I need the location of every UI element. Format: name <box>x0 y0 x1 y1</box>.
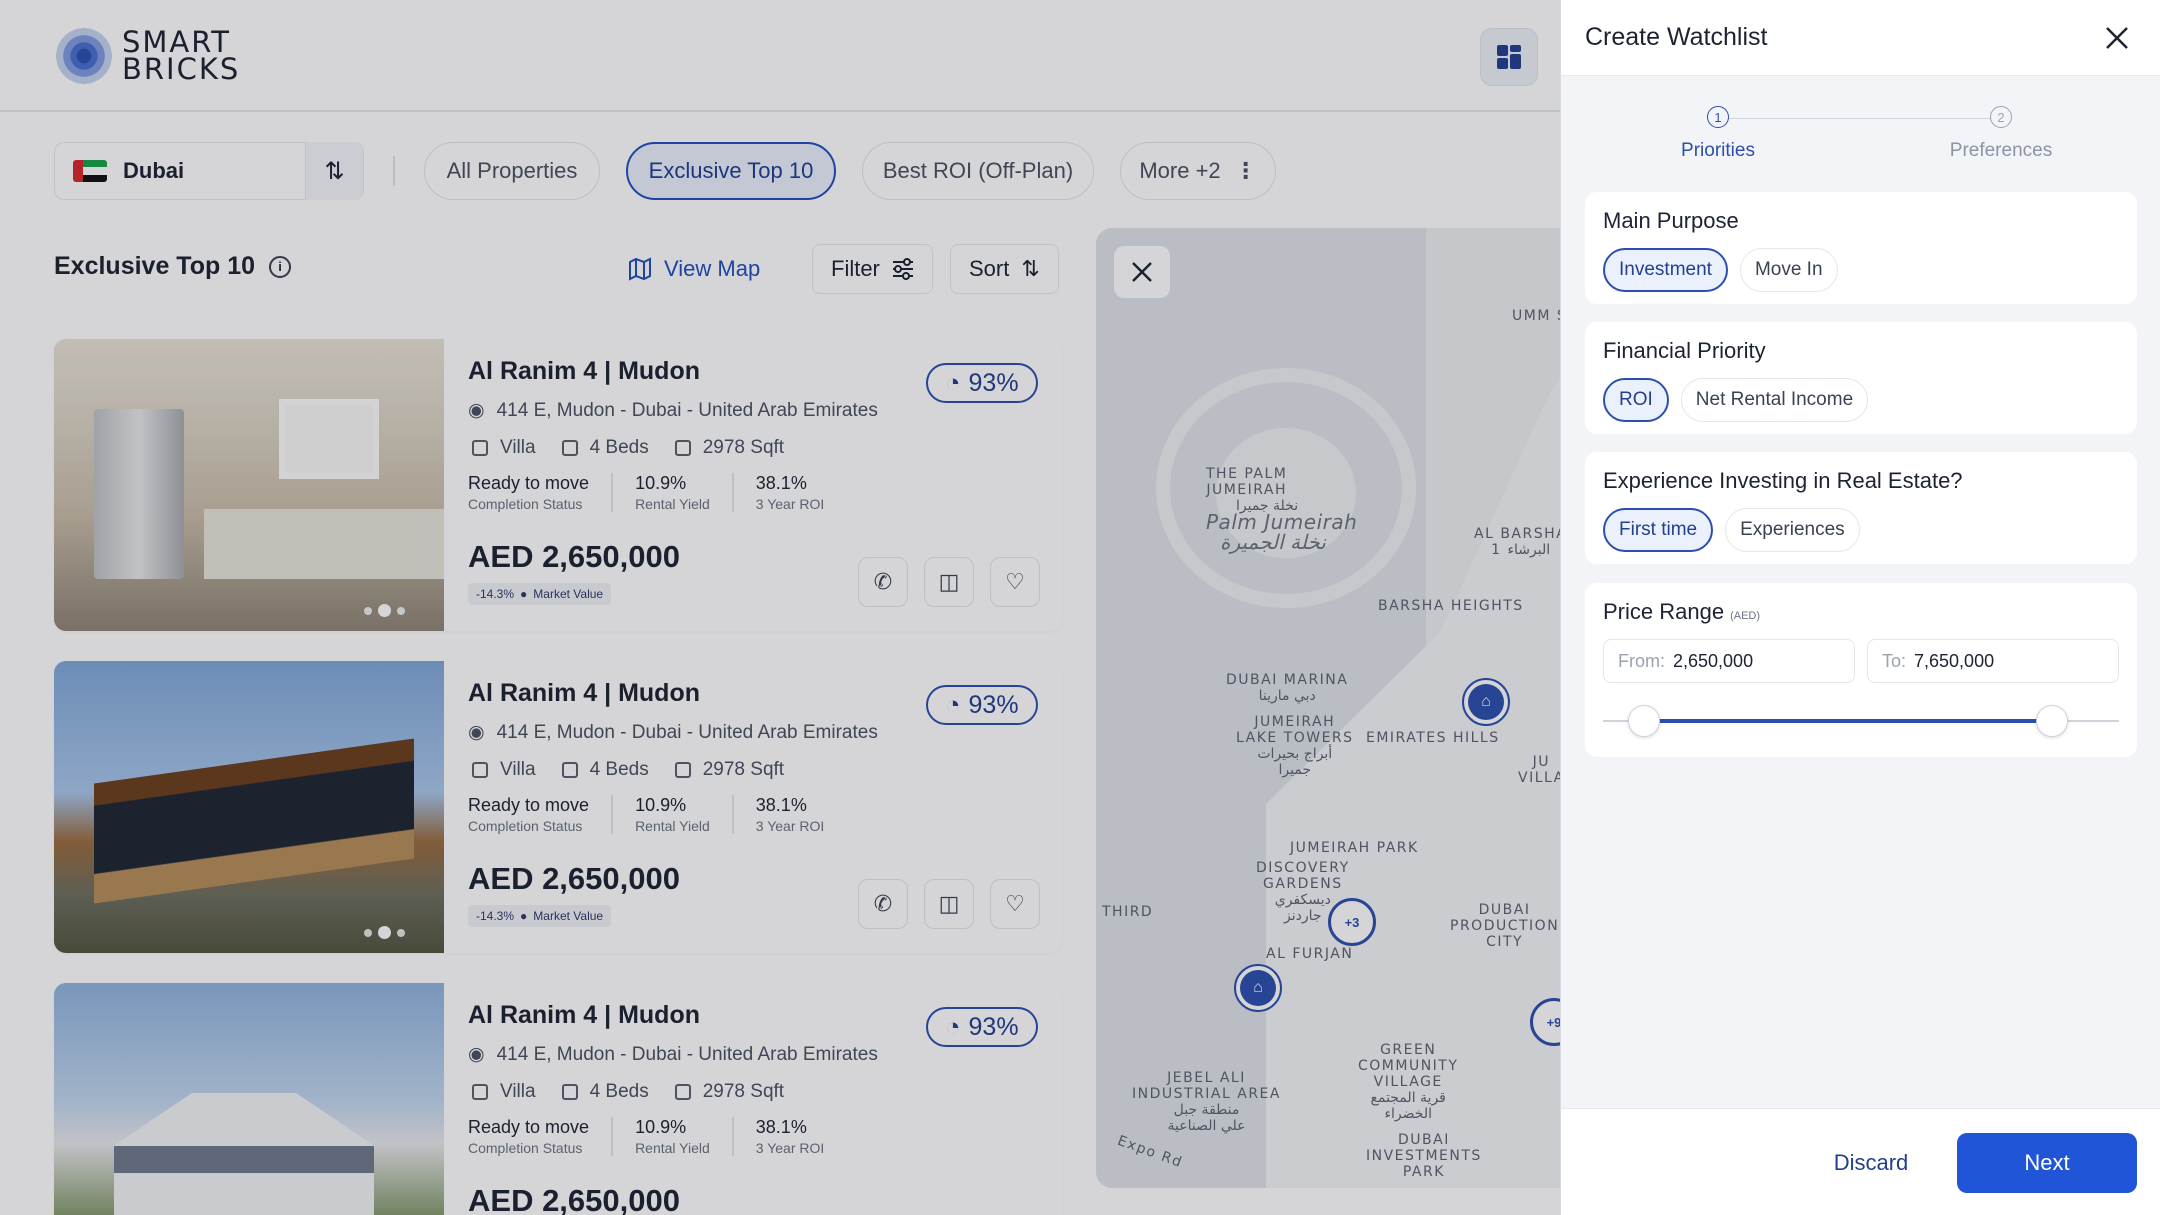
option-move-in[interactable]: Move In <box>1739 248 1838 292</box>
discard-button[interactable]: Discard <box>1761 1133 1981 1193</box>
price-from-label: From: <box>1618 650 1665 671</box>
option-roi[interactable]: ROI <box>1603 378 1669 422</box>
price-from-field[interactable]: From: 2,650,000 <box>1603 639 1855 683</box>
close-icon <box>2106 27 2128 49</box>
option-net-rental-income[interactable]: Net Rental Income <box>1680 378 1869 422</box>
price-range-section: Price Range (AED) From: 2,650,000 To: 7,6… <box>1585 583 2137 757</box>
stepper: 1 Priorities 2 Preferences <box>1561 100 2160 170</box>
price-inputs: From: 2,650,000 To: 7,650,000 <box>1603 639 2119 683</box>
option-group: ROI Net Rental Income <box>1603 378 2119 422</box>
option-experiences[interactable]: Experiences <box>1725 508 1860 552</box>
slider-fill <box>1644 719 2052 723</box>
panel-title: Create Watchlist <box>1585 23 1768 51</box>
next-button[interactable]: Next <box>1957 1133 2137 1193</box>
option-group: Investment Move In <box>1603 248 2119 292</box>
step-label: Priorities <box>1681 140 1755 161</box>
step-priorities[interactable]: 1 Priorities <box>1618 106 1818 162</box>
option-group: First time Experiences <box>1603 508 2119 552</box>
step-number: 2 <box>1990 106 2012 128</box>
modal-backdrop[interactable] <box>0 0 1560 1215</box>
step-preferences[interactable]: 2 Preferences <box>1901 106 2101 162</box>
price-unit: (AED) <box>1730 610 1761 622</box>
close-panel-button[interactable] <box>2101 22 2133 54</box>
section-title: Price Range (AED) <box>1603 599 2119 625</box>
panel-header: Create Watchlist <box>1561 0 2160 76</box>
experience-section: Experience Investing in Real Estate? Fir… <box>1585 452 2137 564</box>
price-range-title: Price Range <box>1603 599 1725 624</box>
price-from-value: 2,650,000 <box>1673 650 1754 671</box>
price-range-slider[interactable] <box>1603 701 2119 741</box>
step-label: Preferences <box>1949 140 2053 161</box>
section-title: Main Purpose <box>1603 208 1739 233</box>
panel-footer: Discard Next <box>1561 1108 2160 1215</box>
step-number: 1 <box>1707 106 1729 128</box>
option-first-time[interactable]: First time <box>1603 508 1714 552</box>
slider-thumb-from[interactable] <box>1628 705 1661 737</box>
price-to-label: To: <box>1882 650 1907 671</box>
section-title: Financial Priority <box>1603 338 1766 363</box>
price-to-field[interactable]: To: 7,650,000 <box>1867 639 2119 683</box>
option-investment[interactable]: Investment <box>1603 248 1728 292</box>
main-purpose-section: Main Purpose Investment Move In <box>1585 192 2137 304</box>
create-watchlist-panel: Create Watchlist 1 Priorities 2 Preferen… <box>1560 0 2160 1215</box>
slider-thumb-to[interactable] <box>2035 705 2068 737</box>
section-title: Experience Investing in Real Estate? <box>1603 468 1963 493</box>
price-to-value: 7,650,000 <box>1914 650 1995 671</box>
financial-priority-section: Financial Priority ROI Net Rental Income <box>1585 322 2137 434</box>
